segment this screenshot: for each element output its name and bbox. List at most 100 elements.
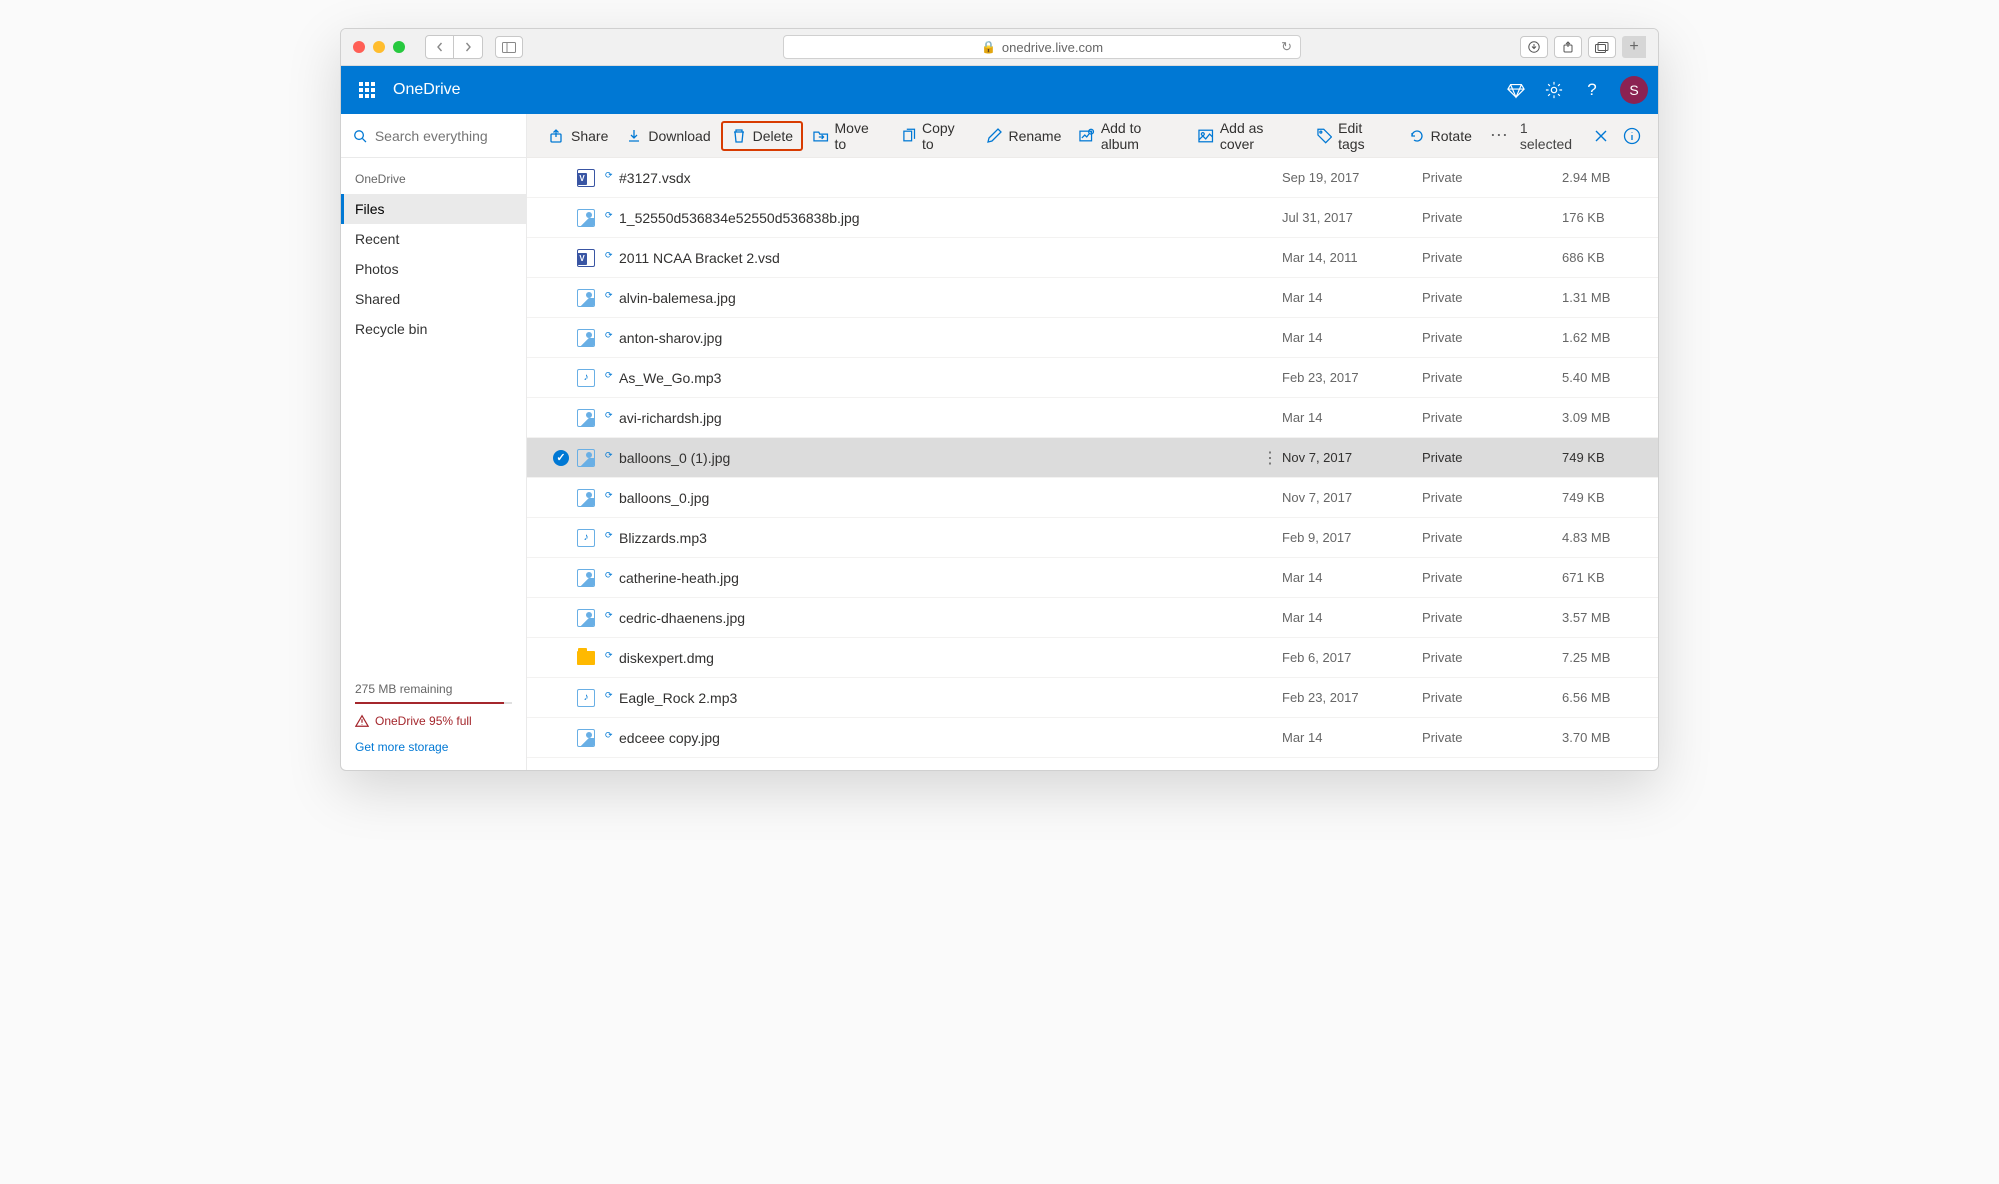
sync-icon: ⟳: [605, 452, 617, 463]
edittags-button[interactable]: Edit tags: [1309, 121, 1399, 151]
clear-selection-button[interactable]: [1590, 124, 1613, 148]
get-more-storage-link[interactable]: Get more storage: [355, 740, 512, 754]
row-checkbox[interactable]: [549, 450, 573, 466]
file-row[interactable]: ⟳Blizzards.mp3⋮Feb 9, 2017Private4.83 MB: [527, 518, 1658, 558]
minimize-window-button[interactable]: [373, 41, 385, 53]
addtoalbum-button[interactable]: Add to album: [1071, 121, 1188, 151]
file-size: 1.62 MB: [1562, 330, 1642, 345]
account-avatar[interactable]: S: [1620, 76, 1648, 104]
file-name: balloons_0 (1).jpg: [617, 450, 1258, 466]
lock-icon: 🔒: [981, 40, 996, 54]
share-icon: [1562, 41, 1574, 53]
sync-icon: ⟳: [605, 412, 617, 423]
file-row[interactable]: ⟳alvin-balemesa.jpg⋮Mar 14Private1.31 MB: [527, 278, 1658, 318]
tabs-icon: [1595, 42, 1609, 53]
file-size: 671 KB: [1562, 570, 1642, 585]
file-row[interactable]: ⟳catherine-heath.jpg⋮Mar 14Private671 KB: [527, 558, 1658, 598]
sidebar-toggle-button[interactable]: [495, 36, 523, 58]
rename-button[interactable]: Rename: [978, 121, 1069, 151]
file-size: 4.83 MB: [1562, 530, 1642, 545]
sidebar-item-recycle-bin[interactable]: Recycle bin: [341, 314, 526, 344]
sync-icon: ⟳: [605, 332, 617, 343]
pencil-icon: [986, 128, 1002, 144]
file-row[interactable]: ⟳cedric-dhaenens.jpg⋮Mar 14Private3.57 M…: [527, 598, 1658, 638]
sync-icon: ⟳: [605, 212, 617, 223]
file-row[interactable]: ⟳As_We_Go.mp3⋮Feb 23, 2017Private5.40 MB: [527, 358, 1658, 398]
help-button[interactable]: ?: [1582, 80, 1602, 100]
rotate-button[interactable]: Rotate: [1401, 121, 1480, 151]
delete-button[interactable]: Delete: [721, 121, 803, 151]
file-row[interactable]: ⟳edceee copy.jpg⋮Mar 14Private3.70 MB: [527, 718, 1658, 758]
file-row[interactable]: ⟳#3127.vsdx⋮Sep 19, 2017Private2.94 MB: [527, 158, 1658, 198]
file-sharing: Private: [1422, 570, 1562, 585]
file-row[interactable]: ⟳1_52550d536834e52550d536838b.jpg⋮Jul 31…: [527, 198, 1658, 238]
sidebar-item-shared[interactable]: Shared: [341, 284, 526, 314]
search-box[interactable]: [341, 114, 526, 158]
zoom-window-button[interactable]: [393, 41, 405, 53]
waffle-icon: [359, 82, 375, 98]
back-button[interactable]: [426, 36, 454, 58]
file-size: 3.70 MB: [1562, 730, 1642, 745]
file-row[interactable]: ⟳anton-sharov.jpg⋮Mar 14Private1.62 MB: [527, 318, 1658, 358]
premium-button[interactable]: [1506, 80, 1526, 100]
file-type-icon: [573, 489, 599, 507]
diamond-icon: [1507, 81, 1525, 99]
sync-icon: ⟳: [605, 532, 617, 543]
share-system-button[interactable]: [1554, 36, 1582, 58]
info-pane-button[interactable]: [1621, 124, 1644, 148]
file-sharing: Private: [1422, 730, 1562, 745]
download-button[interactable]: Download: [618, 121, 718, 151]
file-date: Mar 14: [1282, 730, 1422, 745]
file-type-icon: [573, 689, 599, 707]
browser-titlebar: 🔒 onedrive.live.com ↻ +: [341, 29, 1658, 66]
sidebar-item-photos[interactable]: Photos: [341, 254, 526, 284]
file-date: Mar 14: [1282, 290, 1422, 305]
file-name: edceee copy.jpg: [617, 730, 1282, 746]
folder-move-icon: [813, 128, 828, 144]
file-row[interactable]: ⟳avi-richardsh.jpg⋮Mar 14Private3.09 MB: [527, 398, 1658, 438]
file-name: diskexpert.dmg: [617, 650, 1282, 666]
sidebar-item-recent[interactable]: Recent: [341, 224, 526, 254]
moveto-button[interactable]: Move to: [805, 121, 890, 151]
addascover-button[interactable]: Add as cover: [1190, 121, 1306, 151]
file-size: 2.94 MB: [1562, 170, 1642, 185]
file-row[interactable]: ⟳diskexpert.dmg⋮Feb 6, 2017Private7.25 M…: [527, 638, 1658, 678]
file-date: Jul 31, 2017: [1282, 210, 1422, 225]
sync-icon: ⟳: [605, 252, 617, 263]
file-date: Nov 7, 2017: [1282, 490, 1422, 505]
downloads-button[interactable]: [1520, 36, 1548, 58]
file-row[interactable]: ⟳Eagle_Rock 2.mp3⋮Feb 23, 2017Private6.5…: [527, 678, 1658, 718]
file-name: #3127.vsdx: [617, 170, 1282, 186]
file-row[interactable]: ⟳balloons_0.jpg⋮Nov 7, 2017Private749 KB: [527, 478, 1658, 518]
search-input[interactable]: [375, 128, 514, 144]
row-more-button[interactable]: ⋮: [1258, 448, 1282, 468]
file-date: Mar 14: [1282, 570, 1422, 585]
left-nav: OneDrive FilesRecentPhotosSharedRecycle …: [341, 114, 527, 770]
file-row[interactable]: ⟳balloons_0 (1).jpg⋮Nov 7, 2017Private74…: [527, 438, 1658, 478]
file-row[interactable]: ⟳2011 NCAA Bracket 2.vsd⋮Mar 14, 2011Pri…: [527, 238, 1658, 278]
address-bar[interactable]: 🔒 onedrive.live.com ↻: [783, 35, 1301, 59]
new-tab-button[interactable]: +: [1622, 36, 1646, 58]
app-launcher-button[interactable]: [351, 74, 383, 106]
warning-icon: [355, 714, 369, 728]
copyto-button[interactable]: Copy to: [893, 121, 977, 151]
sidebar-item-files[interactable]: Files: [341, 194, 526, 224]
sync-icon: ⟳: [605, 492, 617, 503]
share-button[interactable]: Share: [541, 121, 616, 151]
storage-warning-text: OneDrive 95% full: [375, 714, 472, 728]
gear-icon: [1545, 81, 1563, 99]
reload-button[interactable]: ↻: [1281, 39, 1292, 55]
browser-window: 🔒 onedrive.live.com ↻ + OneDrive: [340, 28, 1659, 771]
file-sharing: Private: [1422, 490, 1562, 505]
settings-button[interactable]: [1544, 80, 1564, 100]
sync-icon: ⟳: [605, 652, 617, 663]
file-date: Nov 7, 2017: [1282, 450, 1422, 465]
file-name: balloons_0.jpg: [617, 490, 1282, 506]
storage-meter: [355, 702, 512, 704]
tabs-button[interactable]: [1588, 36, 1616, 58]
file-type-icon: [573, 529, 599, 547]
forward-button[interactable]: [454, 36, 482, 58]
file-size: 3.57 MB: [1562, 610, 1642, 625]
more-commands-button[interactable]: ⋯: [1482, 121, 1516, 151]
close-window-button[interactable]: [353, 41, 365, 53]
